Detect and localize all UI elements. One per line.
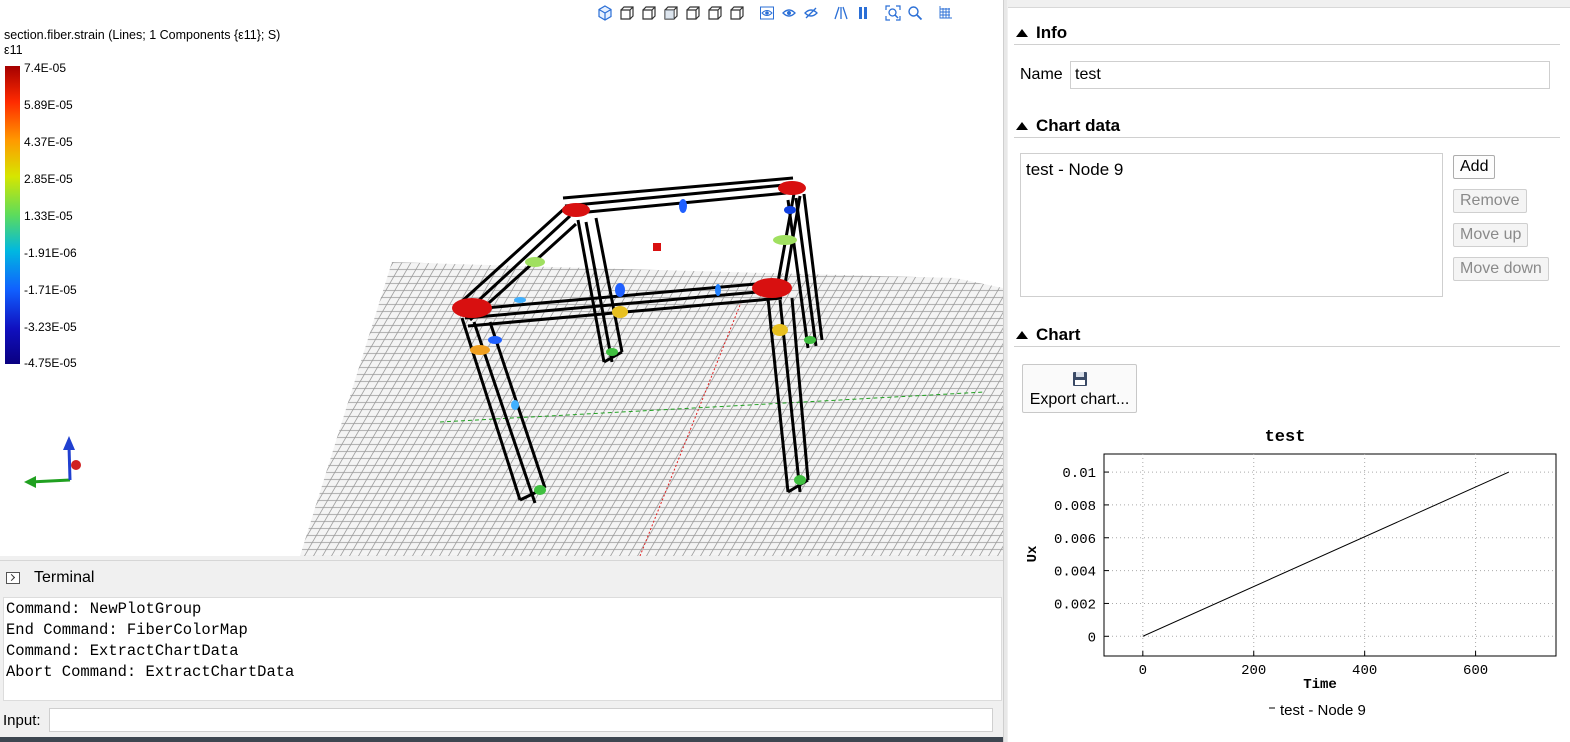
panel-top-strip — [1008, 0, 1570, 8]
hide-icon[interactable] — [800, 3, 822, 23]
show-hide-icon[interactable] — [756, 3, 778, 23]
x-axis-label: Time — [1303, 677, 1337, 693]
colorbar-tick: -1.91E-06 — [24, 246, 77, 260]
terminal-line: End Command: FiberColorMap — [6, 621, 248, 639]
colorbar-tick: -4.75E-05 — [24, 356, 77, 370]
panel-splitter[interactable] — [1003, 0, 1007, 742]
terminal-input-label: Input: — [3, 711, 41, 729]
view-top-icon[interactable] — [704, 3, 726, 23]
terminal-line: Command: NewPlotGroup — [6, 600, 202, 618]
x-tick-label: 200 — [1241, 663, 1266, 679]
parallel-icon[interactable] — [852, 3, 874, 23]
zoom-fit-icon[interactable] — [882, 3, 904, 23]
terminal-input[interactable] — [48, 708, 993, 732]
remove-button[interactable]: Remove — [1453, 189, 1527, 213]
chart-title: test — [1265, 428, 1306, 447]
y-axis-label: Ux — [1025, 545, 1041, 562]
colorbar-tick: 2.85E-05 — [24, 172, 73, 186]
plot-frame — [1103, 453, 1557, 657]
y-tick-label: 0.01 — [1062, 466, 1096, 482]
ground-mesh — [300, 262, 1003, 556]
show-all-icon[interactable] — [778, 3, 800, 23]
x-tick-label: 600 — [1463, 663, 1488, 679]
color-scale-bar — [5, 66, 20, 364]
legend-component-label: ε11 — [4, 43, 23, 57]
3d-viewport[interactable]: section.fiber.strain (Lines; 1 Component… — [0, 0, 1003, 556]
view-right-icon[interactable] — [682, 3, 704, 23]
legend-entry: test - Node 9 — [1280, 702, 1366, 719]
y-tick-label: 0.006 — [1054, 532, 1096, 548]
add-button[interactable]: Add — [1453, 155, 1496, 179]
chart-section-header[interactable]: Chart — [1014, 323, 1560, 347]
collapse-caret-icon — [1016, 330, 1028, 339]
y-tick-label: 0.002 — [1054, 597, 1096, 613]
chart[interactable]: test 0 200 400 600 0 0.002 0.004 0.006 0.008 0.01… — [1020, 420, 1558, 726]
plot-area: 0 200 400 600 0 0.002 0.004 0.006 0.008 0.01 — [1054, 453, 1557, 679]
terminal-input-row: Input: — [0, 707, 1003, 733]
collapse-caret-icon — [1016, 28, 1028, 37]
export-chart-label: Export chart... — [1029, 391, 1130, 408]
info-section-header[interactable]: Info — [1014, 21, 1560, 45]
model-scene[interactable] — [0, 0, 1003, 556]
view-iso-icon[interactable] — [594, 3, 616, 23]
chart-legend: test - Node 9 — [1269, 702, 1366, 719]
status-strip — [0, 737, 1003, 742]
properties-panel: Info Name Chart data test - Node 9 Add R… — [1008, 0, 1570, 742]
name-input[interactable] — [1070, 61, 1550, 89]
terminal-header: Terminal — [0, 561, 1003, 595]
zoom-icon[interactable] — [904, 3, 926, 23]
view-front-icon[interactable] — [616, 3, 638, 23]
perspective-icon[interactable] — [830, 3, 852, 23]
colorbar-tick: 5.89E-05 — [24, 98, 73, 112]
app-window: section.fiber.strain (Lines; 1 Component… — [0, 0, 1570, 742]
chart-data-section-header[interactable]: Chart data — [1014, 114, 1560, 138]
view-toolbar — [594, 3, 956, 23]
result-title: section.fiber.strain (Lines; 1 Component… — [4, 28, 281, 42]
terminal-line: Abort Command: ExtractChartData — [6, 663, 295, 681]
move-up-button[interactable]: Move up — [1453, 223, 1529, 247]
colorbar-tick: -1.71E-05 — [24, 283, 77, 297]
name-label: Name — [1020, 66, 1063, 83]
terminal-panel: Terminal Command: NewPlotGroup End Comma… — [0, 560, 1003, 736]
terminal-line: Command: ExtractChartData — [6, 642, 239, 660]
colorbar-tick: -3.23E-05 — [24, 320, 77, 334]
chart-data-section-title: Chart data — [1036, 115, 1121, 135]
info-section-title: Info — [1036, 22, 1068, 42]
x-tick-label: 0 — [1139, 663, 1147, 679]
grid-icon[interactable] — [934, 3, 956, 23]
terminal-title: Terminal — [34, 569, 95, 586]
y-tick-label: 0 — [1088, 630, 1096, 646]
colorbar-tick: 1.33E-05 — [24, 209, 73, 223]
view-bottom-icon[interactable] — [726, 3, 748, 23]
x-tick-label: 400 — [1352, 663, 1377, 679]
y-tick-label: 0.004 — [1054, 565, 1096, 581]
export-chart-button[interactable]: Export chart... — [1022, 364, 1137, 413]
y-tick-label: 0.008 — [1054, 499, 1096, 515]
terminal-icon — [6, 572, 20, 584]
list-item[interactable]: test - Node 9 — [1021, 154, 1442, 186]
colorbar-tick: 7.4E-05 — [24, 61, 67, 75]
collapse-caret-icon — [1016, 121, 1028, 130]
colorbar-tick: 4.37E-05 — [24, 135, 73, 149]
view-left-icon[interactable] — [660, 3, 682, 23]
chart-data-list[interactable]: test - Node 9 — [1020, 153, 1443, 297]
move-down-button[interactable]: Move down — [1453, 257, 1549, 281]
terminal-output[interactable]: Command: NewPlotGroup End Command: Fiber… — [3, 597, 1002, 701]
view-back-icon[interactable] — [638, 3, 660, 23]
axis-triad — [24, 436, 81, 488]
chart-section-title: Chart — [1036, 324, 1081, 344]
save-icon — [1072, 372, 1087, 386]
